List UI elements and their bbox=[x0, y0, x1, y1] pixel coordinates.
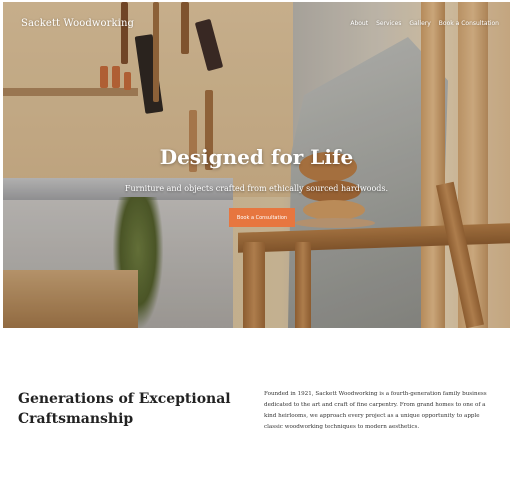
about-title: Generations of Exceptional Craftsmanship bbox=[18, 391, 231, 427]
top-nav: About Services Gallery Book a Consultati… bbox=[350, 20, 499, 27]
brand-logo[interactable]: Sackett Woodworking bbox=[21, 18, 134, 29]
hero-subtitle: Furniture and objects crafted from ethic… bbox=[124, 184, 389, 193]
about-body: Founded in 1921, Sackett Woodworking is … bbox=[264, 391, 487, 430]
nav-item-services[interactable]: Services bbox=[376, 20, 401, 27]
nav-item-about[interactable]: About bbox=[350, 20, 368, 27]
hero-title: Designed for Life bbox=[159, 145, 354, 169]
book-consultation-button[interactable]: Book a Consultation bbox=[229, 208, 295, 227]
nav-item-book-consultation[interactable]: Book a Consultation bbox=[439, 20, 499, 27]
hero-image: Sackett Woodworking About Services Galle… bbox=[3, 2, 510, 328]
nav-item-gallery[interactable]: Gallery bbox=[409, 20, 430, 27]
